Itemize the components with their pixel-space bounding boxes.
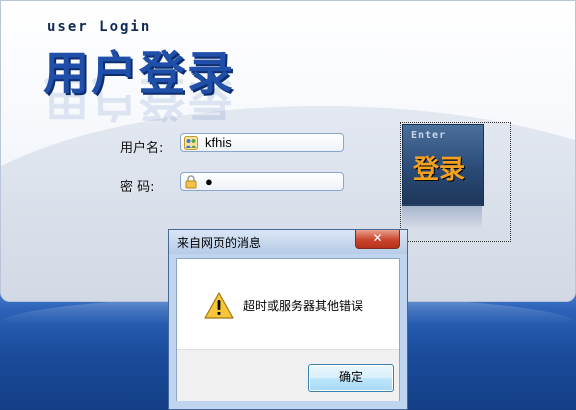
enter-login-button[interactable]: Enter 登录 <box>402 124 484 206</box>
password-value: ● <box>205 174 213 189</box>
dialog-message-area: 超时或服务器其他错误 <box>177 259 399 349</box>
user-icon <box>184 136 198 150</box>
close-icon: ✕ <box>372 231 383 245</box>
dialog-button-area: 确定 <box>177 349 399 401</box>
warning-icon <box>204 292 234 319</box>
enter-chinese-label: 登录 <box>413 155 466 185</box>
close-button[interactable]: ✕ <box>355 230 400 249</box>
enter-label: Enter <box>411 130 447 141</box>
dialog-message: 超时或服务器其他错误 <box>243 299 364 313</box>
password-label: 密 码: <box>120 180 155 195</box>
username-field[interactable]: kfhis <box>180 133 344 152</box>
login-logo-title: 用户登录 <box>43 46 235 100</box>
dialog-titlebar[interactable]: 来自网页的消息 ✕ <box>169 230 407 254</box>
username-label: 用户名: <box>120 141 164 156</box>
lock-icon <box>185 175 197 189</box>
ok-button[interactable]: 确定 <box>308 364 394 392</box>
dialog-title: 来自网页的消息 <box>177 236 262 250</box>
message-dialog: 来自网页的消息 ✕ 超时或服务器其他错误 确定 <box>168 229 408 410</box>
login-subtitle: user Login <box>47 19 152 35</box>
enter-button-reflection <box>402 204 482 230</box>
username-value: kfhis <box>205 135 232 150</box>
password-field[interactable]: ● <box>180 172 344 191</box>
dialog-body: 超时或服务器其他错误 确定 <box>176 258 400 401</box>
